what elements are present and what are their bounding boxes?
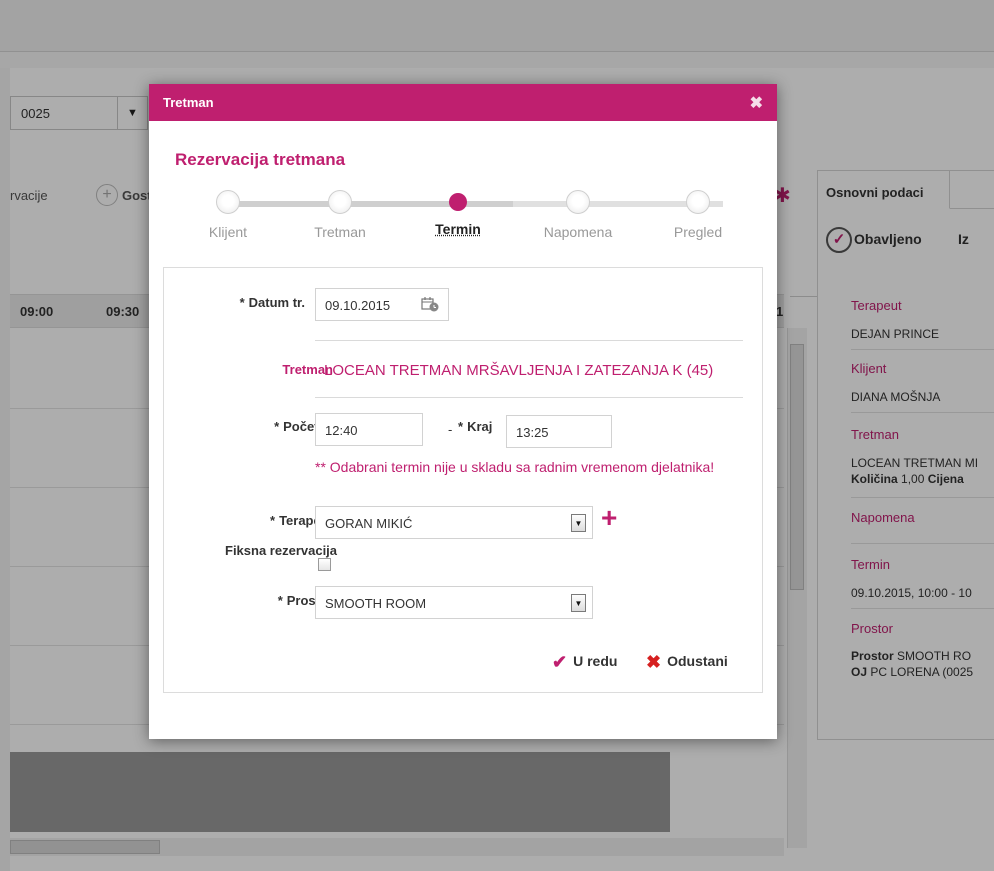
step-dot-icon xyxy=(566,190,590,214)
close-icon: ✖ xyxy=(646,652,662,672)
ok-button[interactable]: ✔ U redu xyxy=(552,652,617,673)
add-therapist-icon[interactable]: + xyxy=(601,504,617,532)
fixed-reservation-checkbox[interactable] xyxy=(318,558,331,571)
step-dot-icon xyxy=(216,190,240,214)
dialog-subtitle: Rezervacija tretmana xyxy=(175,150,346,169)
wizard-steps: Klijent Tretman Termin Napomena Pregled xyxy=(173,184,753,244)
step-dot-icon xyxy=(449,193,467,211)
date-label: * Datum tr. xyxy=(239,295,305,310)
chevron-down-icon[interactable]: ▼ xyxy=(571,514,586,532)
step-term[interactable]: Termin xyxy=(403,184,513,237)
fixed-reservation-label: Fiksna rezervacija xyxy=(225,543,338,558)
step-treatment[interactable]: Tretman xyxy=(285,184,395,240)
reservation-form: * Datum tr. 09.10.2015 Tretman LOCEAN TRE… xyxy=(163,267,763,693)
check-icon: ✔ xyxy=(552,652,568,672)
time-separator: - xyxy=(448,422,453,437)
step-note[interactable]: Napomena xyxy=(523,184,633,240)
chevron-down-icon[interactable]: ▼ xyxy=(571,594,586,612)
therapist-select[interactable]: GORAN MIKIĆ ▼ xyxy=(315,506,593,539)
dialog-header: Tretman ✖ xyxy=(149,84,777,121)
start-time-input[interactable]: 12:40 xyxy=(315,413,423,446)
calendar-icon[interactable] xyxy=(421,296,439,312)
step-dot-icon xyxy=(686,190,710,214)
schedule-warning: ** Odabrani termin nije u skladu sa radn… xyxy=(315,459,715,475)
date-input[interactable]: 09.10.2015 xyxy=(315,288,449,321)
treatment-value: LOCEAN TRETMAN MRŠAVLJENJA I ZATEZANJA K… xyxy=(324,362,714,379)
divider xyxy=(315,397,743,398)
close-icon[interactable]: ✖ xyxy=(750,93,763,113)
cancel-button[interactable]: ✖ Odustani xyxy=(646,652,728,673)
room-select[interactable]: SMOOTH ROOM ▼ xyxy=(315,586,593,619)
step-dot-icon xyxy=(328,190,352,214)
treatment-dialog: Tretman ✖ Rezervacija tretmana Klijent T… xyxy=(149,84,777,739)
divider xyxy=(315,340,743,341)
step-review[interactable]: Pregled xyxy=(643,184,753,240)
step-client[interactable]: Klijent xyxy=(173,184,283,240)
end-label: * Kraj xyxy=(458,419,493,434)
end-time-input[interactable]: 13:25 xyxy=(506,415,612,448)
dialog-title: Tretman xyxy=(163,95,214,110)
